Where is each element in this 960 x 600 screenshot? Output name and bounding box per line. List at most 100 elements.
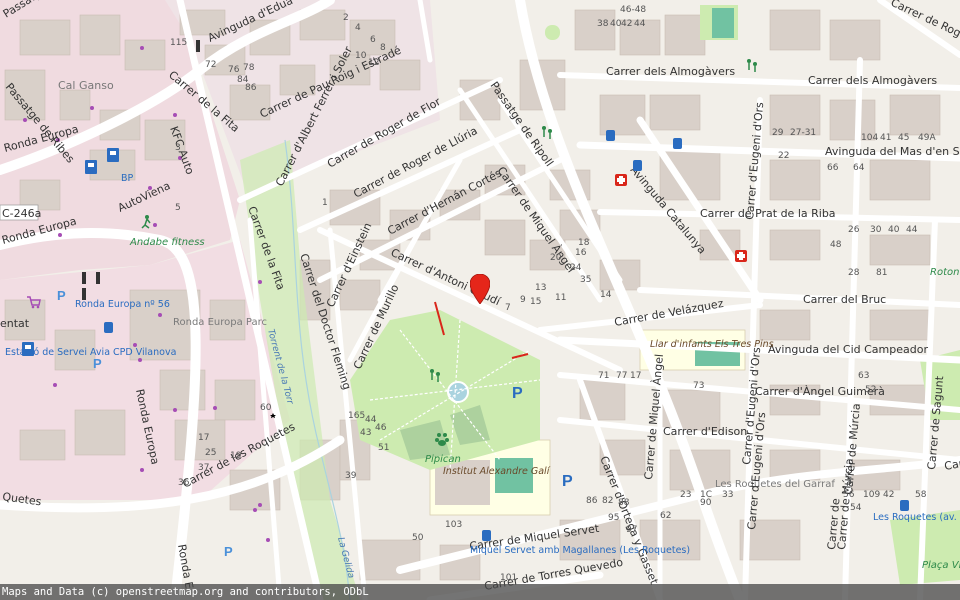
house-number: 15: [530, 297, 541, 307]
svg-text:P: P: [93, 356, 102, 371]
house-number: 42: [621, 19, 632, 29]
house-number: 88: [618, 498, 630, 508]
label-s48: Institut Alexandre Galí: [443, 466, 551, 477]
house-number: 63: [858, 371, 869, 381]
house-number: 12: [368, 58, 379, 68]
roundabout-green: [545, 25, 560, 40]
house-number: 24: [570, 263, 582, 273]
house-number: 29: [772, 128, 784, 138]
house-number: 23: [680, 490, 691, 500]
house-number: 71: [598, 371, 609, 381]
house-number: 48: [830, 240, 842, 250]
label-s16: Ronda Europa Parc: [173, 317, 267, 328]
house-number: 20: [550, 253, 562, 263]
house-number: 41: [880, 133, 891, 143]
map-attribution: Maps and Data (c) openstreetmap.org and …: [0, 584, 960, 600]
house-number: 33: [722, 490, 733, 500]
house-number: 103: [445, 520, 462, 530]
label-s32: Avinguda del Mas d'en Serra: [825, 145, 960, 158]
svg-text:P: P: [57, 288, 66, 303]
house-number: 77: [616, 371, 627, 381]
house-number: 56: [843, 490, 855, 500]
label-s33: Carrer de Prat de la Riba: [700, 207, 836, 220]
house-number: 46: [375, 423, 387, 433]
house-number: 5: [175, 203, 181, 213]
house-number: 44: [634, 19, 646, 29]
house-number: 64: [853, 163, 865, 173]
house-number: 97: [626, 525, 637, 535]
house-number: 19: [230, 451, 242, 461]
house-number: 36: [178, 478, 190, 488]
house-number: 95: [608, 513, 619, 523]
house-number: 8: [380, 43, 386, 53]
house-number: 6: [370, 35, 376, 45]
house-number: 22: [778, 151, 789, 161]
pitch-top: [712, 8, 734, 38]
house-number: 51: [378, 443, 389, 453]
house-number: 82: [602, 496, 613, 506]
location-pin-icon[interactable]: [470, 274, 490, 304]
house-number: 44: [906, 225, 918, 235]
house-number: 54: [850, 503, 862, 513]
house-number: 72: [205, 60, 216, 70]
label-s15: Ronda Europa nº 56: [75, 299, 170, 310]
house-number: 104: [861, 133, 878, 143]
label-s49: Pipican: [425, 454, 461, 465]
house-number: 49A: [918, 133, 936, 143]
house-number: 40: [610, 19, 622, 29]
house-number: 42: [883, 490, 894, 500]
label-s31: Carrer dels Almogàvers: [808, 74, 937, 87]
house-number: 27-31: [790, 128, 816, 138]
house-number: 37: [198, 463, 209, 473]
house-number: 165: [348, 411, 365, 421]
house-number: 66: [827, 163, 839, 173]
house-number: 86: [245, 83, 257, 93]
house-number: 46-48: [620, 5, 646, 15]
label-s54: Plaça Vila d'en Pe: [922, 560, 960, 571]
house-number: 81: [876, 268, 887, 278]
label-s38: Avinguda del Cid Campeador: [768, 343, 928, 356]
label-s11: BP: [121, 173, 134, 184]
house-number: 40: [888, 225, 900, 235]
label-s30: Carrer dels Almogàvers: [606, 65, 735, 78]
label-s12: C-246a: [2, 207, 41, 220]
label-s63: entat: [0, 317, 30, 330]
house-number: 25: [205, 448, 216, 458]
house-number: 73: [693, 381, 704, 391]
svg-text:P: P: [224, 544, 233, 559]
house-number: 60: [260, 403, 272, 413]
house-number: 30: [870, 225, 882, 235]
house-number: 17: [630, 371, 641, 381]
house-number: 90: [700, 498, 712, 508]
house-number: 39: [345, 471, 357, 481]
house-number: 62: [660, 511, 671, 521]
house-number: 52: [865, 385, 876, 395]
label-s37: Carrer del Bruc: [803, 293, 886, 306]
svg-text:P: P: [562, 473, 573, 490]
label-s51: Miquel Servet amb Magallanes (Les Roquet…: [470, 545, 690, 556]
house-number: 2: [343, 13, 349, 23]
label-s4: Cal Ganso: [58, 79, 114, 92]
label-s47: Les Roquetes del Garraf: [715, 479, 835, 490]
fuel-station-icon[interactable]: [85, 160, 97, 174]
fuel-station-icon[interactable]: [107, 148, 119, 162]
house-number: 38: [597, 19, 609, 29]
house-number: 35: [580, 275, 591, 285]
house-number: 16: [575, 248, 587, 258]
house-number: 45: [898, 133, 909, 143]
label-s53: Les Roquetes (av. Miquel Servet ajuntame…: [873, 512, 960, 523]
house-number: 14: [600, 290, 612, 300]
house-number: 13: [535, 283, 546, 293]
house-number: 58: [915, 490, 927, 500]
house-number: 44: [365, 415, 377, 425]
fuel-station-icon[interactable]: [22, 342, 34, 356]
house-number: 10: [355, 51, 367, 61]
house-number: 11: [555, 293, 566, 303]
label-s14: Andabe fitness: [129, 237, 205, 248]
house-number: 9: [520, 295, 526, 305]
house-number: 1: [322, 198, 328, 208]
house-number: 43: [360, 428, 371, 438]
house-number: 7: [505, 303, 511, 313]
house-number: 17: [198, 433, 209, 443]
house-number: 76: [228, 65, 240, 75]
